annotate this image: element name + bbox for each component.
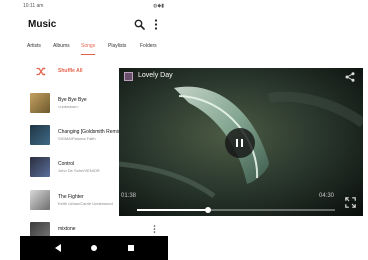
tab-folders[interactable]: Folders <box>140 41 157 55</box>
elapsed-time: 01:38 <box>121 193 137 199</box>
status-time: 10:11 am <box>23 3 44 9</box>
song-artist: John De Sohn/VENIOR <box>58 168 100 173</box>
shuffle-icon <box>36 67 46 76</box>
seek-bar[interactable] <box>137 207 335 213</box>
fullscreen-icon[interactable] <box>345 197 356 208</box>
pause-button[interactable] <box>225 128 255 158</box>
album-art <box>30 125 50 145</box>
album-art <box>30 190 50 210</box>
shuffle-all-label: Shuffle All <box>58 68 83 74</box>
status-icons: ◍◆▮ <box>153 3 164 9</box>
tab-albums[interactable]: Albums <box>53 41 70 55</box>
song-artist: SIGMA/Paloma Faith <box>58 136 96 141</box>
video-title: Lovely Day <box>138 72 173 79</box>
back-icon[interactable] <box>55 244 61 252</box>
pause-icon <box>241 139 243 147</box>
pause-icon <box>236 139 238 147</box>
library-tabs: Artists Albums Songs Playlists Folders <box>20 41 168 55</box>
share-icon[interactable] <box>345 72 355 82</box>
more-vert-icon[interactable] <box>153 19 159 30</box>
song-title: The Fighter <box>58 194 84 200</box>
seek-bar-progress <box>137 209 209 211</box>
tab-artists[interactable]: Artists <box>27 41 41 55</box>
tab-songs[interactable]: Songs <box>81 41 96 55</box>
search-icon[interactable] <box>134 19 145 30</box>
album-art <box>30 157 50 177</box>
song-title: Changing [Goldsmith Remix] <box>58 129 122 135</box>
home-icon[interactable] <box>91 245 97 251</box>
active-tab-indicator <box>81 54 96 55</box>
recents-icon[interactable] <box>128 245 134 251</box>
navigation-bar <box>20 236 168 260</box>
app-title: Music <box>28 19 57 30</box>
tab-songs-label: Songs <box>81 43 96 49</box>
album-art <box>30 93 50 113</box>
status-bar: 10:11 am ◍◆▮ <box>20 0 168 12</box>
video-thumbnail <box>124 72 133 81</box>
total-time: 04:30 <box>319 193 335 199</box>
song-artist: <unknown> <box>58 104 79 109</box>
floating-video-player[interactable]: Lovely Day 01:38 04:30 <box>119 68 363 216</box>
song-title: Bye Bye Bye <box>58 97 87 103</box>
song-title: mixtone <box>58 226 76 232</box>
tab-playlists[interactable]: Playlists <box>108 41 126 55</box>
song-artist: Keith Urban/Carrie Underwood <box>58 201 113 206</box>
song-title: Control <box>58 161 75 167</box>
song-more-icon[interactable] <box>153 225 156 233</box>
